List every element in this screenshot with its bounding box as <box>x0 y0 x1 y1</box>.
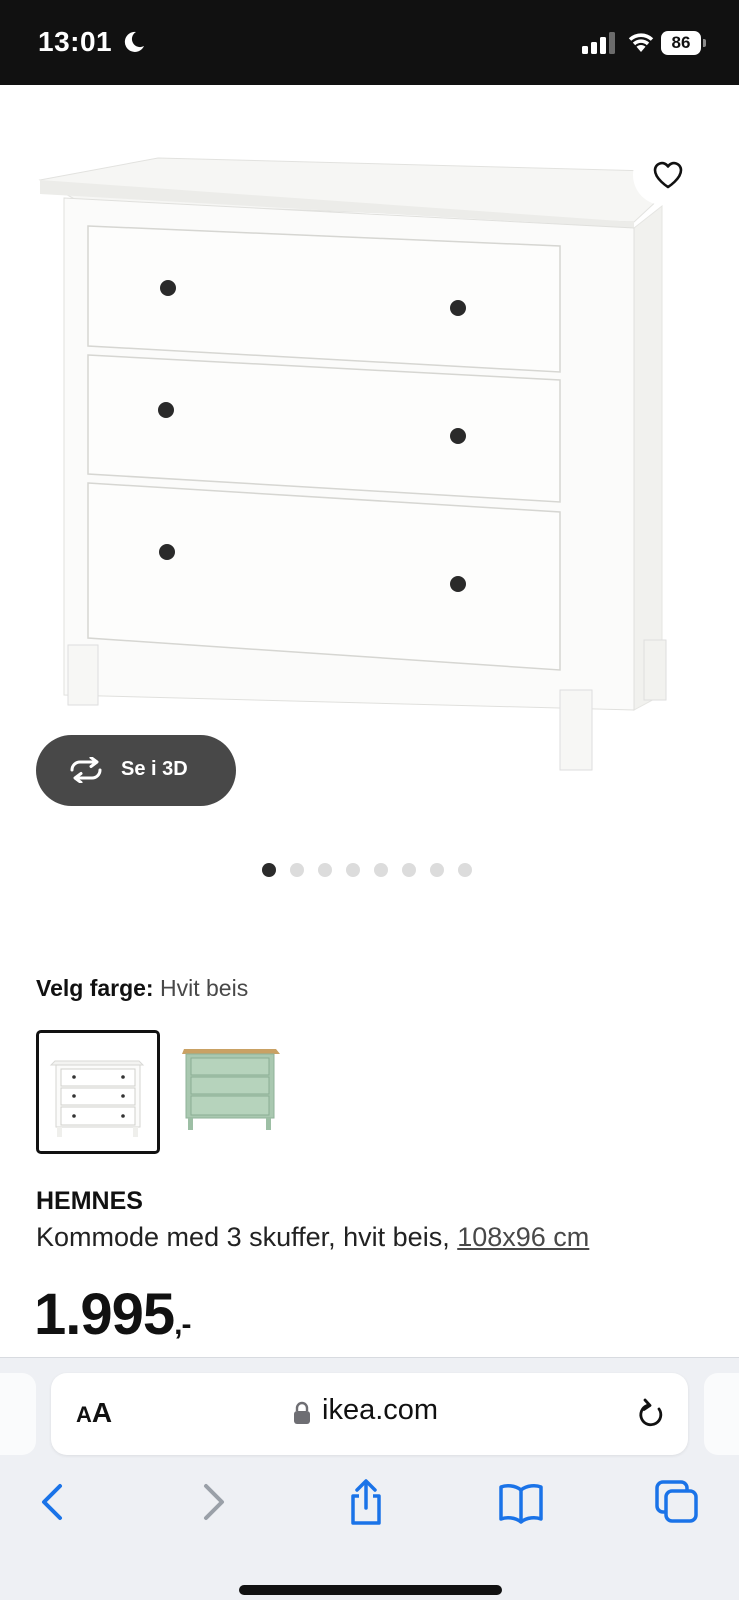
aa-large-letter: A <box>91 1397 113 1428</box>
selected-color: Hvit beis <box>160 975 249 1001</box>
product-image[interactable] <box>30 150 710 800</box>
heart-icon <box>653 161 683 189</box>
product-description-text: Kommode med 3 skuffer, hvit beis, <box>36 1222 450 1252</box>
product-price: 1.995,- <box>34 1281 192 1348</box>
price-value: 1.995 <box>34 1282 175 1347</box>
battery-level: 86 <box>661 31 701 55</box>
see-in-3d-label: Se i 3D <box>121 758 188 780</box>
next-tab-preview[interactable] <box>704 1373 739 1455</box>
home-indicator <box>239 1585 502 1595</box>
carousel-dot[interactable] <box>430 863 444 877</box>
cellular-signal-icon <box>582 32 615 54</box>
lock-icon <box>294 1401 310 1424</box>
url-domain: ikea.com <box>322 1394 439 1426</box>
moon-icon <box>124 31 144 52</box>
rotate-3d-icon <box>70 757 102 783</box>
swatch-white-thumbnail <box>49 1060 145 1137</box>
carousel-dot[interactable] <box>290 863 304 877</box>
color-swatch-green[interactable] <box>176 1032 288 1152</box>
price-suffix: ,- <box>174 1308 191 1341</box>
status-bar: 13:01 86 <box>0 0 739 85</box>
carousel-dot[interactable] <box>346 863 360 877</box>
previous-tab-preview[interactable] <box>0 1373 36 1455</box>
favorite-button[interactable] <box>633 145 703 205</box>
reload-icon[interactable] <box>635 1397 667 1431</box>
back-icon[interactable] <box>30 1478 80 1526</box>
carousel-dot[interactable] <box>262 863 276 877</box>
forward-icon[interactable] <box>186 1478 236 1526</box>
reader-options-button[interactable]: AA <box>76 1397 112 1429</box>
status-time: 13:01 <box>38 26 113 57</box>
carousel-dot[interactable] <box>402 863 416 877</box>
tabs-icon[interactable] <box>652 1478 702 1526</box>
aa-small-letter: A <box>76 1402 92 1427</box>
image-carousel-indicator[interactable] <box>262 863 472 877</box>
address-bar[interactable]: AA ikea.com <box>51 1373 688 1455</box>
color-label: Velg farge: <box>36 975 154 1001</box>
share-icon[interactable] <box>341 1478 391 1526</box>
see-in-3d-button[interactable]: Se i 3D <box>36 735 236 806</box>
carousel-dot[interactable] <box>318 863 332 877</box>
product-size-link[interactable]: 108x96 cm <box>457 1222 589 1252</box>
battery-tip <box>703 39 706 47</box>
wifi-icon <box>628 33 654 52</box>
color-selector-heading: Velg farge: Hvit beis <box>36 975 248 1002</box>
swatch-green-thumbnail <box>182 1049 280 1130</box>
carousel-dot[interactable] <box>458 863 472 877</box>
color-swatch-white[interactable] <box>36 1030 160 1154</box>
carousel-dot[interactable] <box>374 863 388 877</box>
product-name: HEMNES <box>36 1187 143 1215</box>
product-description: Kommode med 3 skuffer, hvit beis, 108x96… <box>36 1222 589 1253</box>
bookmarks-icon[interactable] <box>496 1478 546 1526</box>
battery-indicator: 86 <box>661 31 707 55</box>
